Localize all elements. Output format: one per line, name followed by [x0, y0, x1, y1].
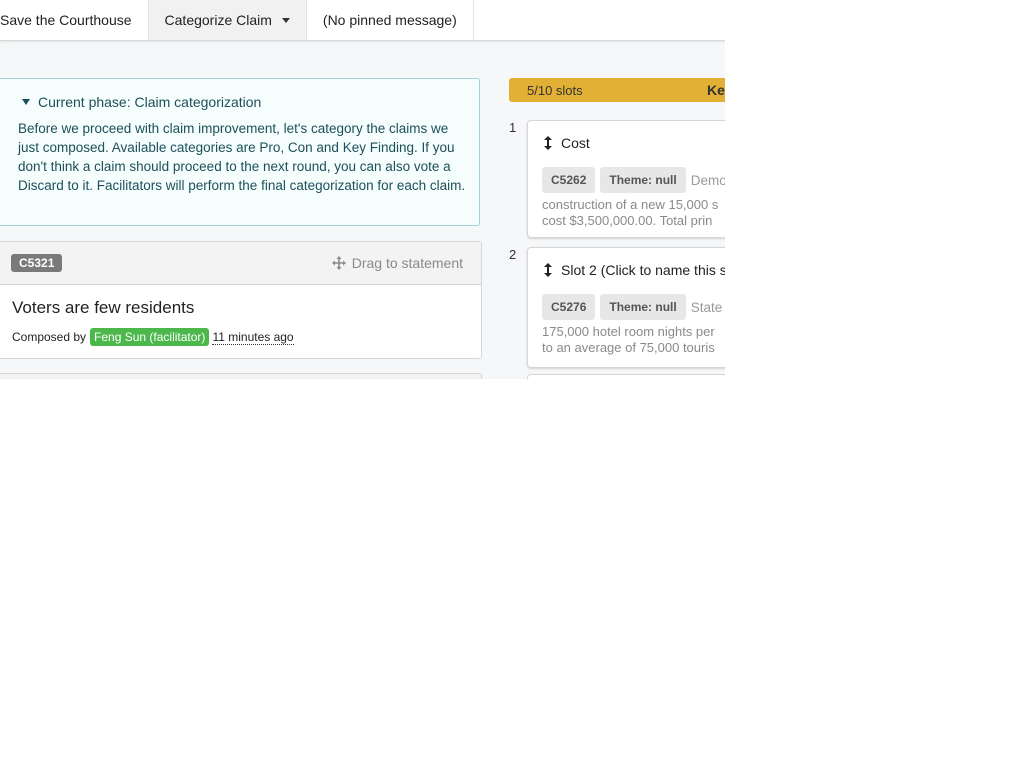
- app-viewport: Save the Courthouse Categorize Claim (No…: [0, 0, 725, 379]
- slot-claim-lead: Demo: [690, 172, 725, 188]
- resize-vertical-icon[interactable]: [544, 263, 552, 277]
- phase-title: Current phase: Claim categorization: [38, 94, 262, 110]
- slot-card[interactable]: Cost C5262 Theme: null Demo construction…: [527, 120, 725, 238]
- slot-number: 2: [509, 247, 517, 262]
- claim-id-tag: C5262: [542, 167, 596, 193]
- slot-number: 1: [509, 120, 517, 135]
- dropdown-label: Categorize Claim: [164, 12, 272, 28]
- top-navbar: Save the Courthouse Categorize Claim (No…: [0, 0, 725, 41]
- resize-vertical-icon[interactable]: [544, 136, 552, 150]
- move-icon: [331, 256, 346, 270]
- claim-id-badge: C5321: [11, 254, 63, 272]
- project-title-link[interactable]: Save the Courthouse: [0, 0, 149, 40]
- project-title: Save the Courthouse: [0, 12, 132, 28]
- slot-card[interactable]: Slot 2 (Click to name this sl C5276 Them…: [527, 247, 725, 368]
- claim-card-header: C5321 Drag to statement: [0, 242, 481, 285]
- timestamp: 11 minutes ago: [212, 329, 294, 345]
- slot-name[interactable]: Cost: [561, 135, 590, 151]
- claim-meta: Composed by Feng Sun (facilitator) 11 mi…: [12, 328, 481, 346]
- slots-header-bar: 5/10 slots Ke: [509, 78, 725, 102]
- phase-toggle[interactable]: Current phase: Claim categorization: [22, 94, 467, 110]
- claim-id-tag: C5276: [542, 294, 596, 320]
- slot-claim-tags: C5276 Theme: null State: [542, 294, 725, 320]
- caret-down-icon: [281, 17, 290, 23]
- slots-count: 5/10 slots: [527, 82, 583, 98]
- drag-to-statement-handle[interactable]: Drag to statement: [331, 255, 463, 271]
- claim-title: Voters are few residents: [12, 298, 195, 317]
- author-badge[interactable]: Feng Sun (facilitator): [90, 328, 210, 346]
- slot-name[interactable]: Slot 2 (Click to name this sl: [561, 262, 725, 278]
- slot-header: Slot 2 (Click to name this sl: [544, 262, 725, 278]
- phase-description: Before we proceed with claim improvement…: [18, 121, 466, 193]
- drag-label: Drag to statement: [351, 255, 463, 271]
- slot-claim-lead: State: [690, 299, 723, 315]
- pinned-message-text: (No pinned message): [322, 12, 457, 28]
- slot-header: Cost: [544, 135, 725, 151]
- slot-claim-tags: C5262 Theme: null Demo: [542, 167, 725, 193]
- slots-title: Ke: [707, 82, 725, 98]
- composed-by-label: Composed by: [12, 330, 87, 344]
- phase-info-panel: Current phase: Claim categorization Befo…: [0, 78, 480, 226]
- slot-claim-text-line: 175,000 hotel room nights per: [542, 324, 715, 339]
- triangle-down-icon: [22, 99, 30, 105]
- pinned-message[interactable]: (No pinned message): [307, 0, 474, 40]
- next-claim-card: [0, 373, 482, 379]
- theme-tag: Theme: null: [600, 167, 686, 193]
- slot-claim-text-line: to an average of 75,000 touris: [542, 340, 715, 355]
- theme-tag: Theme: null: [600, 294, 686, 320]
- slot-claim-text-line: construction of a new 15,000 s: [542, 197, 719, 212]
- slot-claim-text-line: cost $3,500,000.00. Total prin: [542, 213, 713, 228]
- claim-card: C5321 Drag to statement Voters are few r…: [0, 241, 482, 359]
- slot-card: [527, 374, 725, 379]
- categorize-claim-dropdown[interactable]: Categorize Claim: [148, 0, 307, 40]
